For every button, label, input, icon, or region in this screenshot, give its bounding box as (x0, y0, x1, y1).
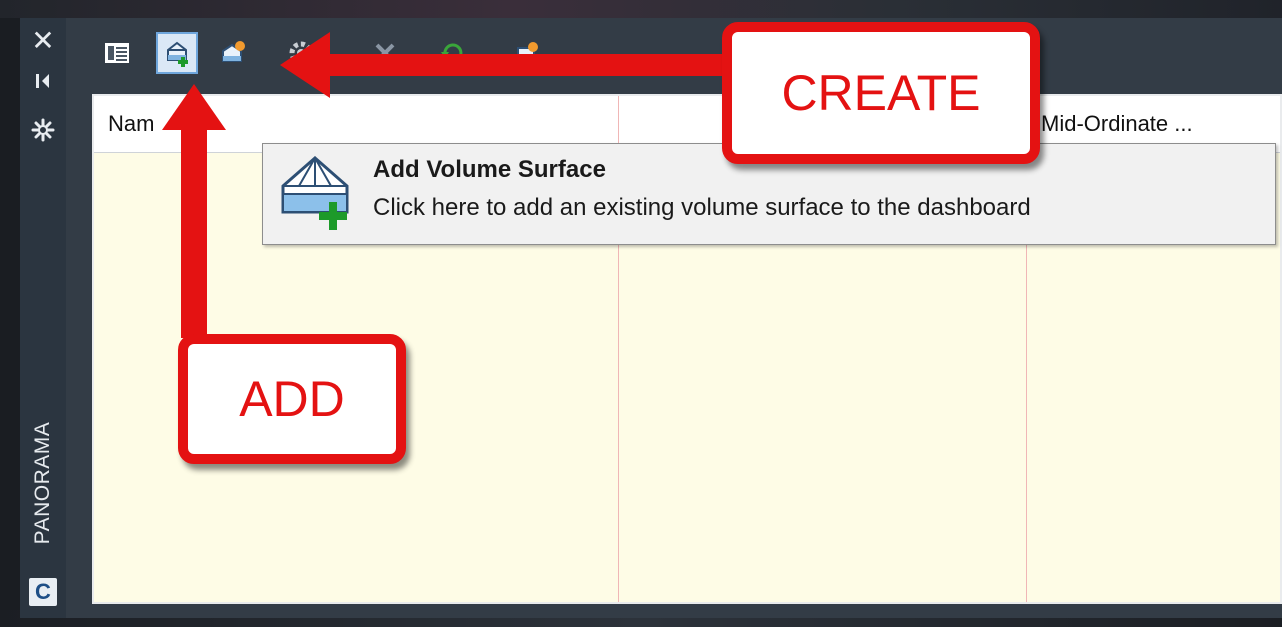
add-arrow (162, 84, 226, 338)
create-callout: CREATE (722, 22, 1040, 164)
add-callout: ADD (178, 334, 406, 464)
annotation-arrows (162, 32, 724, 338)
create-arrow (280, 32, 724, 98)
